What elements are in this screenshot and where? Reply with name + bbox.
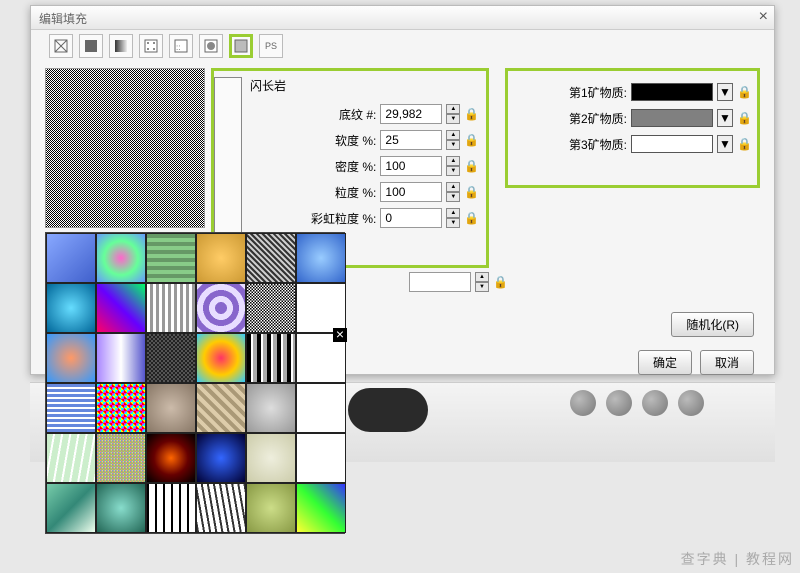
mineral2-swatch[interactable] [631, 109, 713, 127]
rainbow-input[interactable] [380, 208, 442, 228]
palette-cell[interactable] [196, 283, 246, 333]
palette-cell[interactable] [96, 233, 146, 283]
palette-cell[interactable] [146, 483, 196, 533]
extra-input-1[interactable] [409, 272, 471, 292]
background-dots [570, 390, 704, 416]
palette-cell[interactable] [46, 483, 96, 533]
dialog-title: 编辑填充 [39, 12, 87, 26]
tool-pattern[interactable] [139, 34, 163, 58]
palette-cell[interactable] [196, 333, 246, 383]
texture-name: 闪长岩 [246, 77, 482, 94]
palette-cell[interactable] [196, 483, 246, 533]
palette-cell[interactable] [46, 383, 96, 433]
lock-icon[interactable]: 🔒 [737, 111, 749, 125]
texture-palette-popup [45, 232, 345, 534]
tool-gradient[interactable] [109, 34, 133, 58]
palette-cell[interactable] [46, 333, 96, 383]
lock-icon[interactable]: 🔒 [464, 159, 476, 173]
palette-cell[interactable] [246, 233, 296, 283]
base-input[interactable] [380, 104, 442, 124]
mineral3-swatch[interactable] [631, 135, 713, 153]
palette-cell[interactable] [246, 483, 296, 533]
grain-label: 粒度 %: [298, 184, 376, 201]
rainbow-label: 彩虹粒度 %: [298, 210, 376, 227]
palette-cell[interactable] [246, 433, 296, 483]
palette-cell[interactable] [96, 333, 146, 383]
lock-icon[interactable]: 🔒 [464, 133, 476, 147]
palette-cell[interactable] [296, 233, 346, 283]
softness-input[interactable] [380, 130, 442, 150]
palette-cell[interactable] [296, 333, 346, 383]
density-input[interactable] [380, 156, 442, 176]
mineral-group: 第1矿物质: ▼ 🔒 第2矿物质: ▼ 🔒 第3矿物质: ▼ 🔒 [505, 68, 760, 188]
palette-cell[interactable] [296, 433, 346, 483]
palette-cell[interactable] [146, 433, 196, 483]
base-label: 底纹 #: [298, 106, 376, 123]
palette-cell[interactable] [196, 233, 246, 283]
lock-icon[interactable]: 🔒 [464, 185, 476, 199]
ok-button[interactable]: 确定 [638, 350, 692, 375]
tool-texture[interactable] [229, 34, 253, 58]
softness-spinner[interactable]: ▲▼ [446, 130, 460, 150]
mineral3-label: 第3矿物质: [569, 136, 627, 153]
chevron-down-icon[interactable]: ▼ [717, 135, 733, 153]
palette-cell[interactable] [146, 233, 196, 283]
base-spinner[interactable]: ▲▼ [446, 104, 460, 124]
softness-label: 软度 %: [298, 132, 376, 149]
cancel-button[interactable]: 取消 [700, 350, 754, 375]
chevron-down-icon[interactable]: ▼ [717, 109, 733, 127]
svg-text:::: :: [176, 43, 180, 52]
palette-cell[interactable] [296, 483, 346, 533]
palette-cell[interactable] [146, 333, 196, 383]
lock-icon[interactable]: 🔒 [464, 211, 476, 225]
lock-icon[interactable]: 🔒 [493, 275, 505, 289]
watermark: 查字典 | 教程网 [681, 549, 794, 569]
density-label: 密度 %: [298, 158, 376, 175]
palette-cell[interactable] [46, 433, 96, 483]
palette-cell[interactable] [196, 433, 246, 483]
palette-cell[interactable] [96, 283, 146, 333]
palette-cell[interactable] [296, 383, 346, 433]
tool-solid[interactable] [79, 34, 103, 58]
palette-cell[interactable] [96, 433, 146, 483]
palette-cell[interactable] [246, 383, 296, 433]
rainbow-spinner[interactable]: ▲▼ [446, 208, 460, 228]
tool-postscript[interactable]: PS [259, 34, 283, 58]
texture-preview [45, 68, 205, 228]
tool-fullcolor[interactable] [199, 34, 223, 58]
tool-none[interactable] [49, 34, 73, 58]
titlebar: 编辑填充 × [31, 6, 774, 30]
chevron-down-icon[interactable]: ▼ [717, 83, 733, 101]
density-spinner[interactable]: ▲▼ [446, 156, 460, 176]
randomize-button[interactable]: 随机化(R) [671, 312, 754, 337]
extra-spinner[interactable]: ▲▼ [475, 272, 489, 292]
palette-cell[interactable] [96, 483, 146, 533]
palette-cell[interactable] [146, 283, 196, 333]
palette-cell[interactable] [46, 283, 96, 333]
palette-cell[interactable] [146, 383, 196, 433]
palette-cell[interactable] [196, 383, 246, 433]
tool-2color[interactable]: :: [169, 34, 193, 58]
grain-input[interactable] [380, 182, 442, 202]
lock-icon[interactable]: 🔒 [737, 85, 749, 99]
mineral1-label: 第1矿物质: [569, 84, 627, 101]
background-pill-shape [348, 388, 428, 432]
mineral2-label: 第2矿物质: [569, 110, 627, 127]
close-icon[interactable]: × [759, 8, 768, 26]
grain-spinner[interactable]: ▲▼ [446, 182, 460, 202]
palette-cell[interactable] [246, 283, 296, 333]
fill-type-toolbar: :: PS [31, 30, 774, 62]
palette-cell[interactable] [246, 333, 296, 383]
mineral1-swatch[interactable] [631, 83, 713, 101]
texture-library-dropdown[interactable]: ▼ [214, 77, 242, 257]
palette-cell[interactable] [46, 233, 96, 283]
lock-icon[interactable]: 🔒 [737, 137, 749, 151]
lock-icon[interactable]: 🔒 [464, 107, 476, 121]
palette-cell[interactable] [96, 383, 146, 433]
